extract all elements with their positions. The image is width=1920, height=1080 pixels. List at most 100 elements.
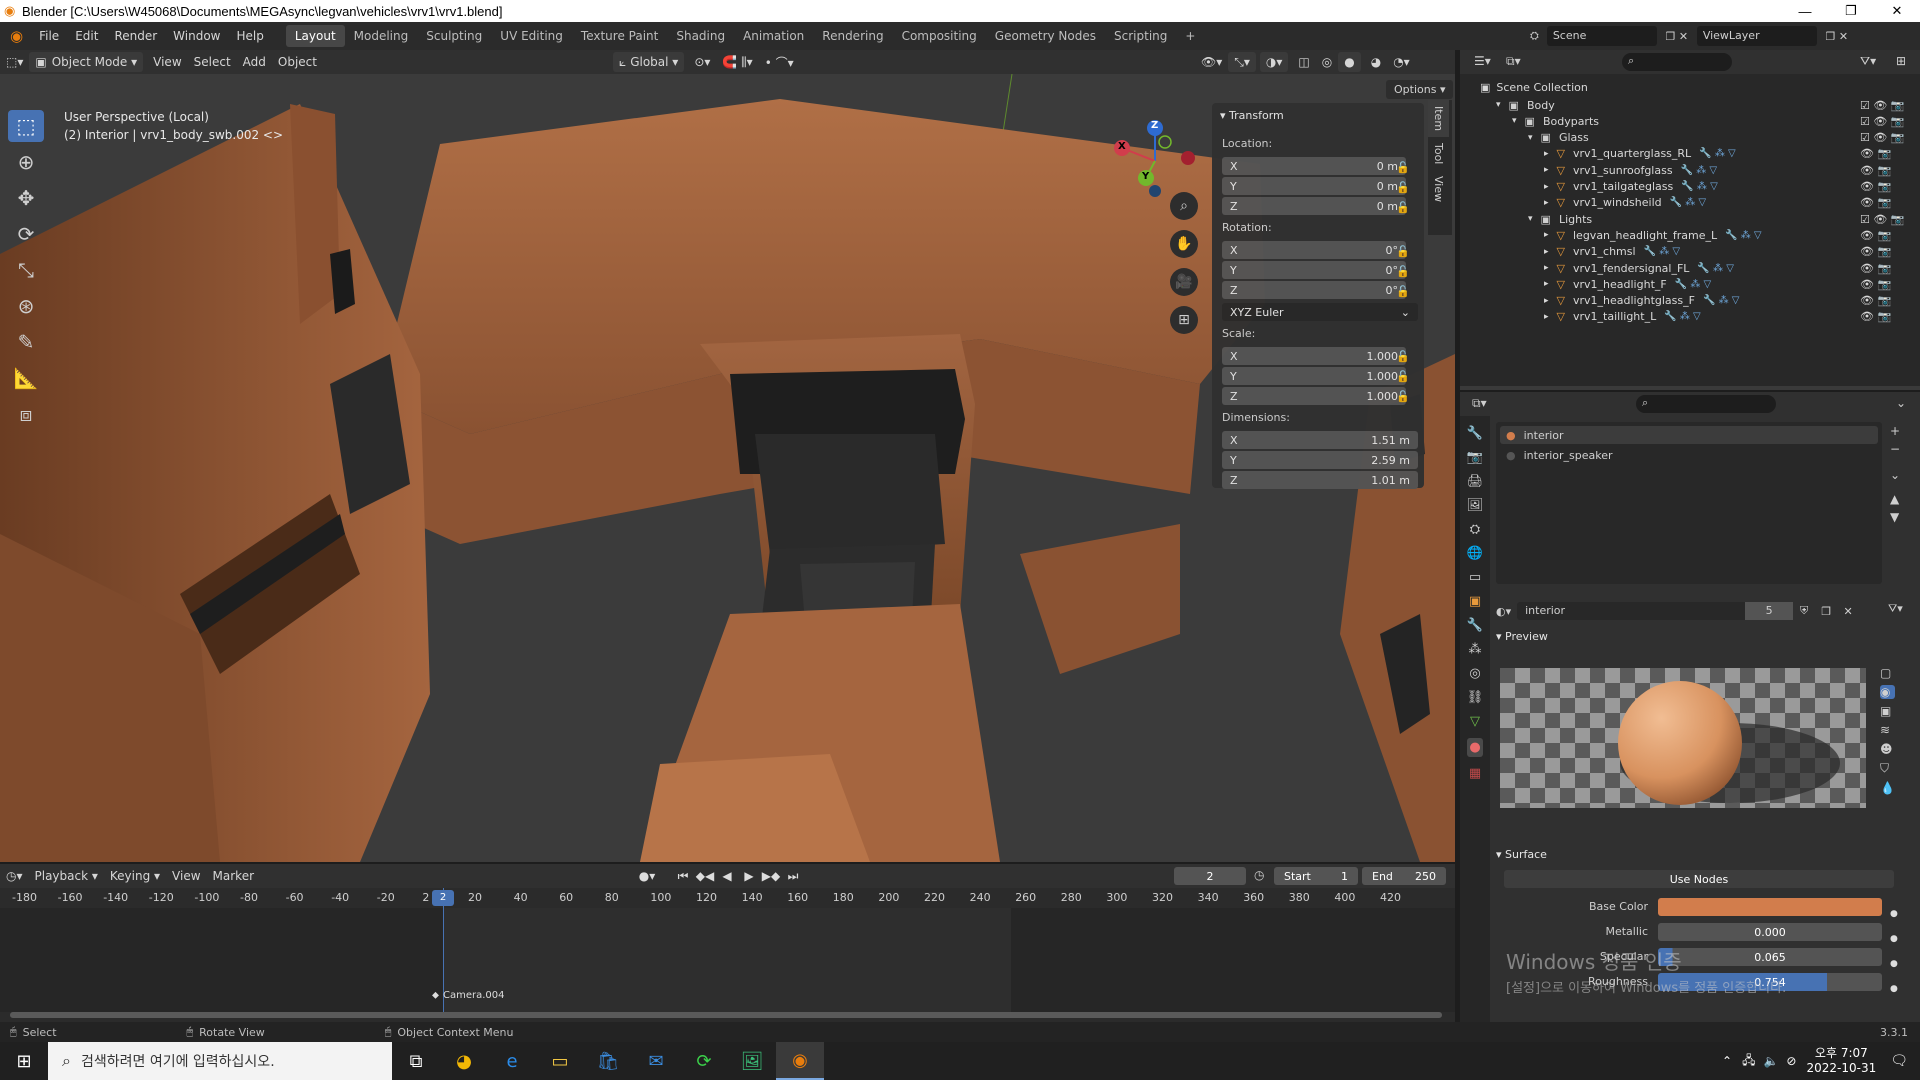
action-center-icon[interactable]: 🗨 xyxy=(1890,1053,1908,1069)
transform-tool-icon[interactable]: ⊛ xyxy=(8,290,44,322)
visibility-toggles[interactable]: 👁 📷 xyxy=(1860,226,1891,244)
rotate-tool-icon[interactable]: ⟳ xyxy=(8,218,44,250)
preview-range-icon[interactable]: ◷ xyxy=(1254,868,1264,882)
move-down-button[interactable]: ▼ xyxy=(1890,510,1900,524)
particles-props-icon[interactable]: ⁂ xyxy=(1469,642,1482,657)
scene-props-icon[interactable]: ⛭ xyxy=(1470,522,1480,537)
keying-menu[interactable]: Keying ▾ xyxy=(104,866,166,886)
modifier-data-icons[interactable]: 🔧 ⁂ ▽ xyxy=(1664,311,1701,322)
tab-modeling[interactable]: Modeling xyxy=(345,25,418,47)
snap-icon[interactable]: 🧲 ⫼▾ xyxy=(716,52,758,72)
properties-editor-icon[interactable]: ⧉▾ xyxy=(1472,396,1487,411)
tab-rendering[interactable]: Rendering xyxy=(813,25,892,47)
network-icon[interactable]: 🖧 xyxy=(1742,1051,1755,1072)
outliner-object-row[interactable]: ▸ ▽ vrv1_sunroofglass 🔧 ⁂ ▽ xyxy=(1544,161,1717,179)
cursor-tool-icon[interactable]: ⊕ xyxy=(8,146,44,178)
outliner-collection-row[interactable]: ▾ ▣ Glass xyxy=(1528,129,1589,147)
scene-selector[interactable]: Scene xyxy=(1546,26,1657,46)
menu-object[interactable]: Object xyxy=(272,52,323,72)
location-z-field[interactable]: Z 0 m xyxy=(1222,197,1406,215)
physics-props-icon[interactable]: ◎ xyxy=(1469,666,1480,681)
dimensions-y-field[interactable]: Y 2.59 m xyxy=(1222,451,1418,469)
output-props-icon[interactable]: 🖨 xyxy=(1467,474,1484,489)
outliner-object-row[interactable]: ▸ ▽ vrv1_quarterglass_RL 🔧 ⁂ ▽ xyxy=(1544,145,1736,163)
frame-ruler[interactable]: -180 -160 -140 -120 -100 -80 -60 -40 -20 2 20 40 60 8… xyxy=(0,888,1455,908)
outliner-object-row[interactable]: ▸ ▽ vrv1_headlightglass_F 🔧 ⁂ ▽ xyxy=(1544,292,1739,310)
scale-tool-icon[interactable]: ⤡ xyxy=(8,254,44,286)
material-props-icon[interactable]: ● xyxy=(1467,738,1483,757)
minimize-button[interactable]: — xyxy=(1782,0,1828,22)
scale-y-field[interactable]: Y 1.000 xyxy=(1222,367,1406,385)
edge-icon[interactable]: e xyxy=(488,1042,536,1080)
outliner-object-row[interactable]: ▸ ▽ vrv1_tailgateglass 🔧 ⁂ ▽ xyxy=(1544,178,1718,196)
editor-type-icon[interactable]: ⬚▾ xyxy=(0,52,29,72)
material-slot-item-interior[interactable]: ● interior xyxy=(1500,426,1878,444)
rotation-z-field[interactable]: Z 0° xyxy=(1222,281,1406,299)
preview-sphere-icon[interactable]: ◉ xyxy=(1880,685,1895,699)
node-tree-icon[interactable]: ⛛▾ xyxy=(1888,602,1903,616)
rotation-x-field[interactable]: X 0° xyxy=(1222,241,1406,259)
dimensions-z-field[interactable]: Z 1.01 m xyxy=(1222,471,1418,489)
expand-chevron-icon[interactable]: ▾ xyxy=(1512,116,1517,126)
mode-selector[interactable]: ▣ Object Mode ▾ xyxy=(29,52,144,72)
play-reverse-icon[interactable]: ◀ xyxy=(716,867,738,885)
preview-flat-icon[interactable]: ▢ xyxy=(1880,666,1895,680)
proportional-edit-icon[interactable]: • ⌒▾ xyxy=(759,52,800,72)
modifier-data-icons[interactable]: 🔧 ⁂ ▽ xyxy=(1670,197,1707,208)
timeline-marker[interactable]: ⬥ Camera.004 xyxy=(432,990,505,1001)
timeline-view-menu[interactable]: View xyxy=(166,866,206,886)
lock-icons-rotation[interactable]: 🔓 🔓 🔓 xyxy=(1396,242,1410,302)
outliner-editor-icon[interactable]: ☰▾ xyxy=(1474,54,1491,68)
windows-start-icon[interactable]: ⊞ xyxy=(0,1042,48,1080)
tab-animation[interactable]: Animation xyxy=(734,25,813,47)
expand-chevron-icon[interactable]: ▸ xyxy=(1544,279,1549,289)
base-color-swatch[interactable] xyxy=(1658,898,1882,916)
wireframe-shading-icon[interactable]: ◎ xyxy=(1316,52,1338,72)
measure-tool-icon[interactable]: 📐 xyxy=(8,362,44,394)
maximize-button[interactable]: ❐ xyxy=(1828,0,1874,22)
visibility-toggles[interactable]: ☑ 👁 📷 xyxy=(1860,96,1905,114)
expand-chevron-icon[interactable]: ▸ xyxy=(1544,198,1549,208)
rotation-mode-dropdown[interactable]: XYZ Euler ⌄ xyxy=(1222,303,1418,321)
render-props-icon[interactable]: 📷 xyxy=(1467,450,1483,465)
material-name-field[interactable]: interior xyxy=(1517,602,1746,620)
specular-slider[interactable]: 0.065 xyxy=(1658,948,1882,966)
modifier-data-icons[interactable]: 🔧 ⁂ ▽ xyxy=(1699,148,1736,159)
world-props-icon[interactable]: 🌐 xyxy=(1467,546,1483,561)
constraints-props-icon[interactable]: ⛓ xyxy=(1467,690,1484,705)
collection-props-icon[interactable]: ▭ xyxy=(1469,570,1481,585)
visibility-toggles[interactable]: 👁 📷 xyxy=(1860,145,1891,163)
overlay-toggle-icon[interactable]: ◑▾ xyxy=(1259,52,1289,72)
outliner-object-row[interactable]: ▸ ▽ vrv1_headlight_F 🔧 ⁂ ▽ xyxy=(1544,275,1711,293)
outliner-object-row[interactable]: ▸ ▽ legvan_headlight_frame_L 🔧 ⁂ ▽ xyxy=(1544,226,1762,244)
marker-menu[interactable]: Marker xyxy=(207,866,260,886)
preview-monkey-icon[interactable]: ☻ xyxy=(1880,742,1895,756)
gizmo-toggle-icon[interactable]: ⤡▾ xyxy=(1228,52,1256,72)
expand-chevron-icon[interactable]: ▾ xyxy=(1496,100,1501,110)
prev-keyframe-icon[interactable]: ◆◀ xyxy=(694,867,716,885)
task-view-icon[interactable]: ⧉ xyxy=(392,1042,440,1080)
preview-cloth-icon[interactable]: ⛉ xyxy=(1880,761,1895,776)
outliner-object-row[interactable]: ▸ ▽ vrv1_taillight_L 🔧 ⁂ ▽ xyxy=(1544,308,1701,326)
properties-search-input[interactable]: ⌕ xyxy=(1636,395,1776,413)
end-frame-field[interactable]: End 250 xyxy=(1362,867,1446,885)
next-keyframe-icon[interactable]: ▶◆ xyxy=(760,867,782,885)
expand-chevron-icon[interactable]: ▸ xyxy=(1544,312,1549,322)
photos-app-icon[interactable]: 🖼 xyxy=(728,1042,776,1080)
material-shading-icon[interactable]: ◕ xyxy=(1365,52,1387,72)
visibility-toggles[interactable]: 👁 📷 xyxy=(1860,259,1891,277)
tab-view[interactable]: View xyxy=(1428,170,1449,208)
keyframe-dots[interactable]: ● ● ● ● xyxy=(1890,902,1898,1002)
volume-icon[interactable]: 🔈 xyxy=(1763,1054,1778,1068)
use-nodes-button[interactable]: Use Nodes xyxy=(1504,870,1894,888)
xray-icon[interactable]: ◫ xyxy=(1292,52,1315,72)
options-dropdown[interactable]: Options ▾ xyxy=(1386,80,1454,99)
pin-dropdown-icon[interactable]: ⌄ xyxy=(1896,396,1906,410)
expand-chevron-icon[interactable]: ▸ xyxy=(1544,263,1549,273)
orientation-selector[interactable]: ⟀ Global ▾ xyxy=(613,52,685,72)
outliner-collection-row[interactable]: ▾ ▣ Bodyparts xyxy=(1512,112,1599,130)
viewlayer-actions-icon[interactable]: ❐ ✕ xyxy=(1817,30,1857,43)
menu-window[interactable]: Window xyxy=(165,29,228,43)
scene-icon[interactable]: ⛭ xyxy=(1530,29,1539,43)
scene-actions-icon[interactable]: ❐ ✕ xyxy=(1657,30,1697,43)
